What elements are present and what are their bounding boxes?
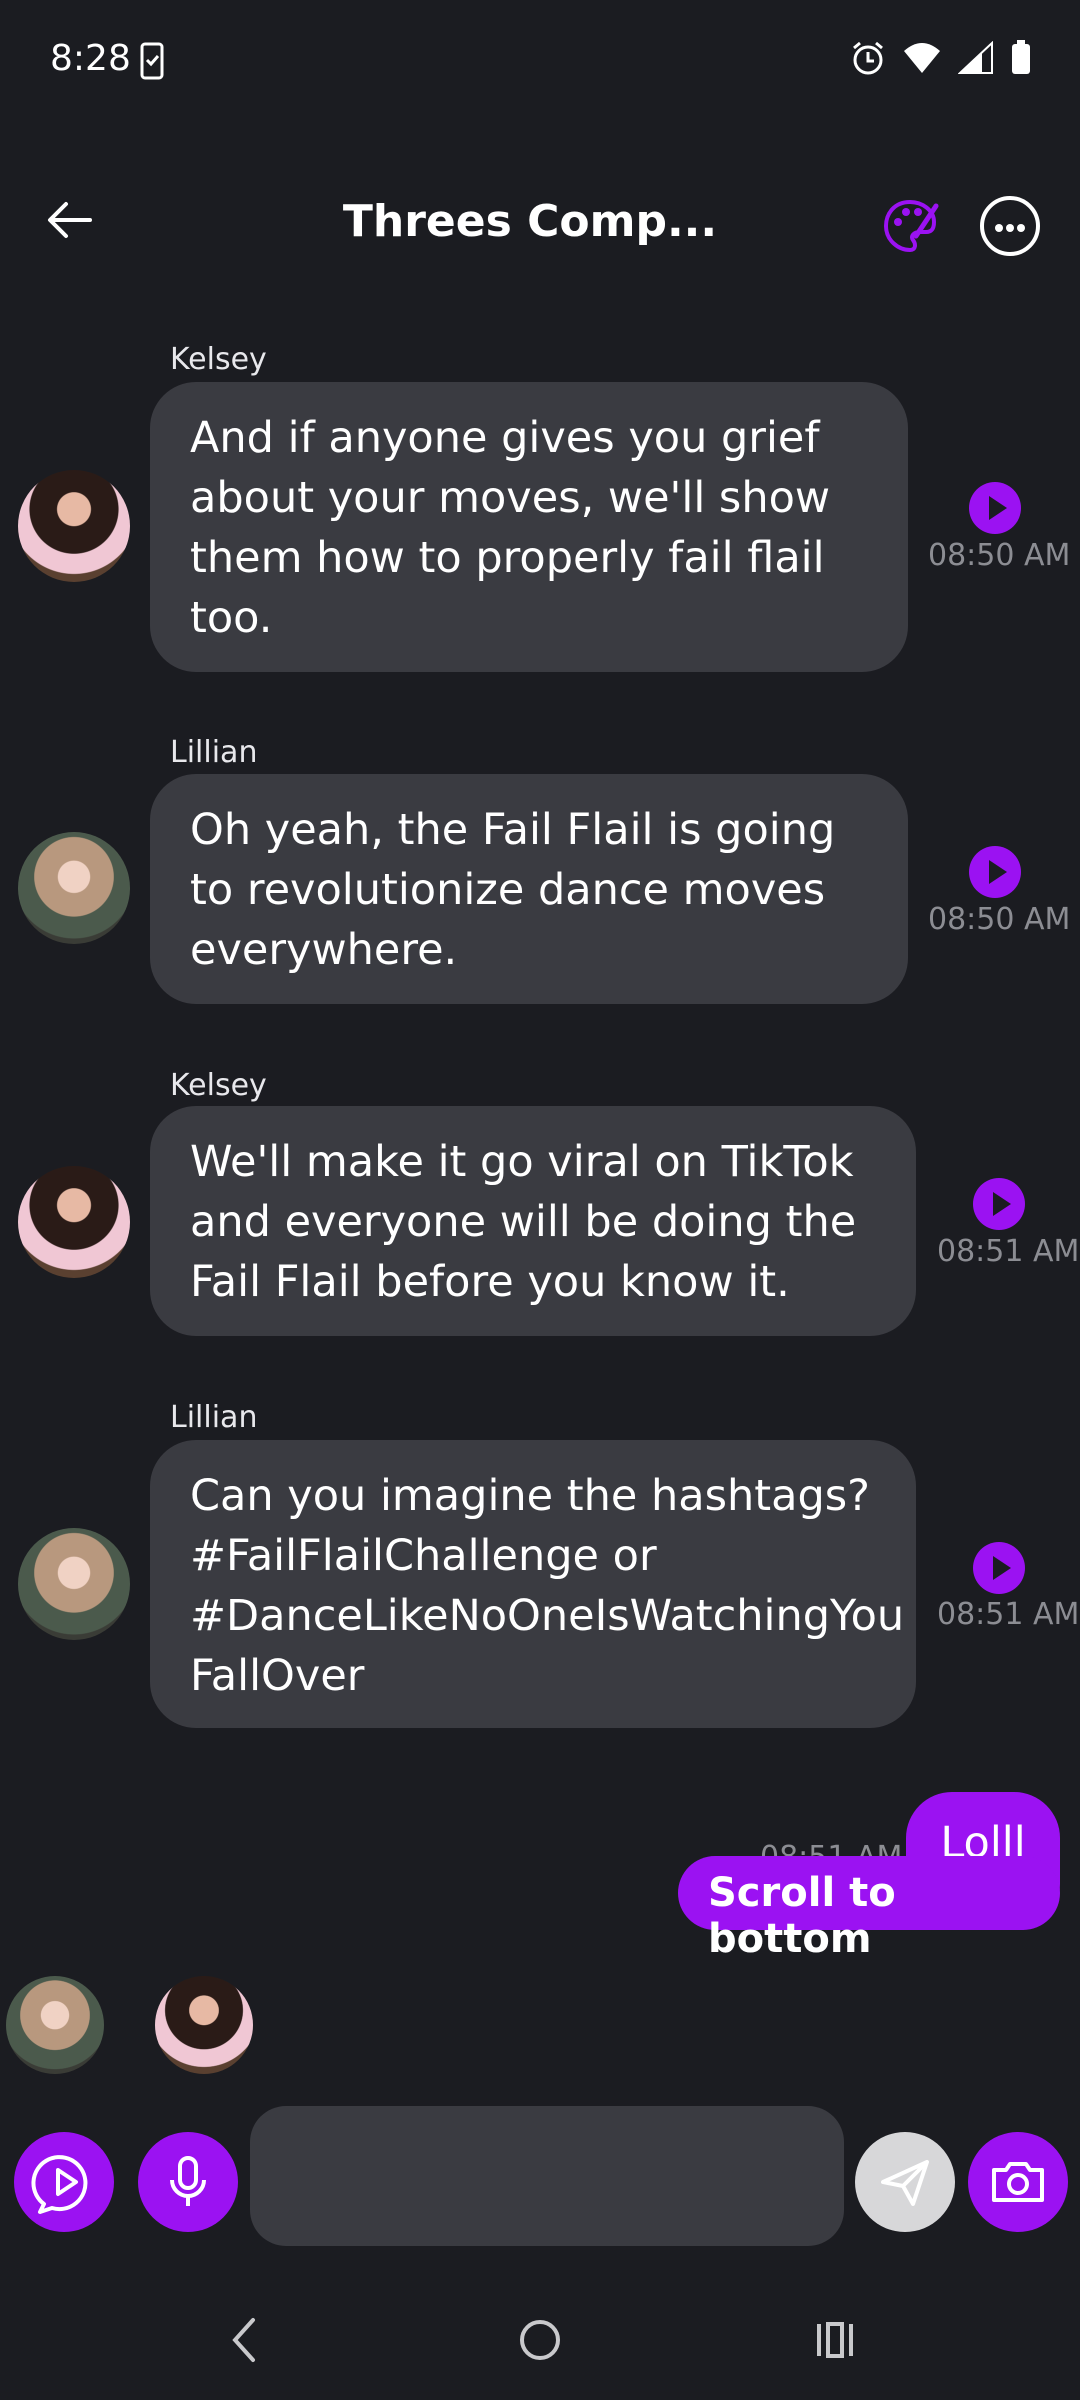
participant-avatar-kelsey[interactable]	[155, 1976, 253, 2074]
message-bubble: We'll make it go viral on TikTok and eve…	[150, 1106, 916, 1336]
nav-back-icon	[232, 2318, 255, 2362]
back-button[interactable]	[40, 190, 100, 250]
nav-recents-button[interactable]	[795, 2300, 875, 2380]
nav-home-button[interactable]	[500, 2300, 580, 2380]
back-arrow-icon	[48, 202, 92, 238]
nav-back-button[interactable]	[205, 2300, 285, 2380]
play-voice-button[interactable]	[973, 1542, 1025, 1594]
alarm-icon	[853, 41, 883, 75]
avatar-lillian[interactable]	[18, 1528, 130, 1640]
message-timestamp: 08:51 AM	[937, 1597, 1080, 1632]
message-bubble: Oh yeah, the Fail Flail is going to revo…	[150, 774, 908, 1004]
battery-icon	[1012, 40, 1030, 74]
camera-button[interactable]	[968, 2132, 1068, 2232]
status-time: 8:28	[50, 38, 131, 79]
signal-icon	[958, 41, 993, 74]
status-icons	[850, 40, 1032, 76]
avatar-kelsey[interactable]	[18, 470, 130, 582]
participant-avatar-lillian[interactable]	[6, 1976, 104, 2074]
microphone-icon	[170, 2156, 206, 2206]
message-sender: Kelsey	[170, 342, 267, 377]
wifi-icon	[904, 43, 940, 73]
message-sender: Lillian	[170, 735, 258, 770]
message-input[interactable]	[250, 2106, 844, 2246]
theme-button[interactable]	[880, 196, 940, 256]
play-voice-button[interactable]	[969, 482, 1021, 534]
microphone-button[interactable]	[138, 2132, 238, 2232]
send-button[interactable]	[855, 2132, 955, 2232]
camera-icon	[992, 2162, 1044, 2202]
message-bubble: And if anyone gives you grief about your…	[150, 382, 908, 672]
voice-chat-button[interactable]	[14, 2132, 114, 2232]
palette-icon	[883, 199, 939, 253]
more-options-button[interactable]	[980, 196, 1040, 256]
chat-play-icon	[31, 2155, 88, 2214]
nav-recents-icon	[817, 2322, 853, 2358]
message-timestamp: 08:51 AM	[937, 1234, 1080, 1269]
play-voice-button[interactable]	[973, 1178, 1025, 1230]
message-sender: Kelsey	[170, 1068, 267, 1103]
play-voice-button[interactable]	[969, 846, 1021, 898]
message-timestamp: 08:50 AM	[928, 538, 1071, 573]
phone-clipboard-icon	[140, 42, 164, 84]
avatar-kelsey[interactable]	[18, 1166, 130, 1278]
message-timestamp: 08:50 AM	[928, 902, 1071, 937]
more-icon	[995, 224, 1003, 232]
send-icon	[881, 2160, 929, 2206]
message-bubble: Can you imagine the hashtags? #FailFlail…	[150, 1440, 916, 1728]
nav-home-icon	[520, 2320, 560, 2360]
scroll-to-bottom-button[interactable]: Scroll to bottom	[678, 1856, 1060, 1962]
avatar-lillian[interactable]	[18, 832, 130, 944]
chat-title: Threes Comp...	[342, 196, 718, 247]
message-sender: Lillian	[170, 1400, 258, 1435]
